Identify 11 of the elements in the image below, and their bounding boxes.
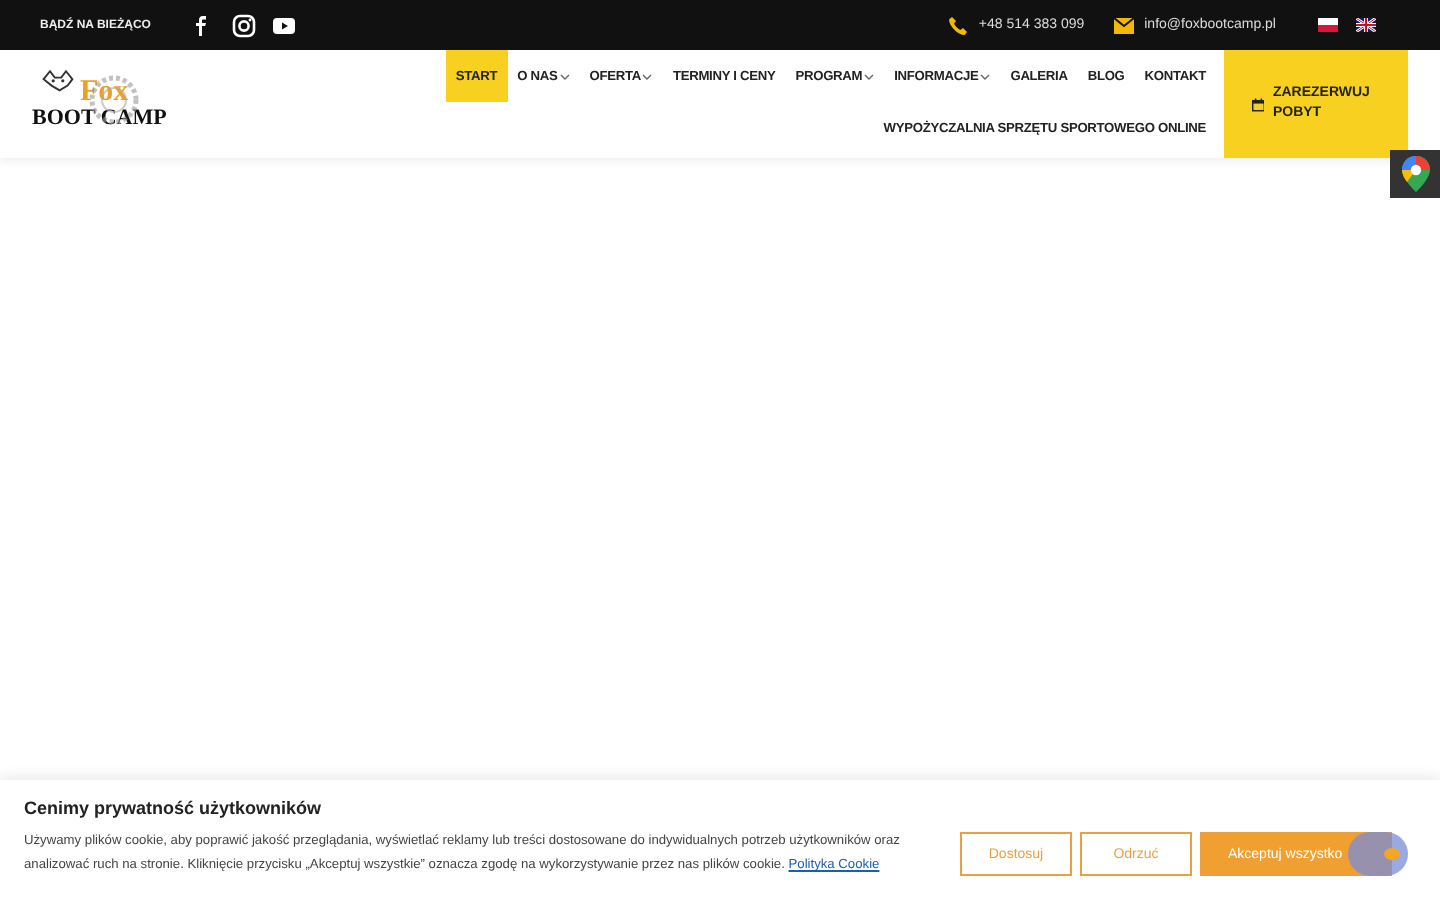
email-icon [1114, 17, 1135, 33]
map-pin-icon [1401, 156, 1429, 192]
phone-icon [948, 15, 969, 35]
calendar-icon [1252, 95, 1265, 113]
uk-flag-icon[interactable] [1356, 18, 1376, 32]
chat-bubble-icon[interactable] [1348, 832, 1408, 876]
map-pin-button[interactable] [1390, 150, 1440, 198]
cookie-title: Cenimy prywatność użytkowników [24, 798, 324, 818]
poland-flag-icon[interactable] [1318, 18, 1338, 32]
instagram-icon[interactable] [230, 11, 259, 39]
logo[interactable]: Fox BOOT CAMP [32, 50, 212, 158]
